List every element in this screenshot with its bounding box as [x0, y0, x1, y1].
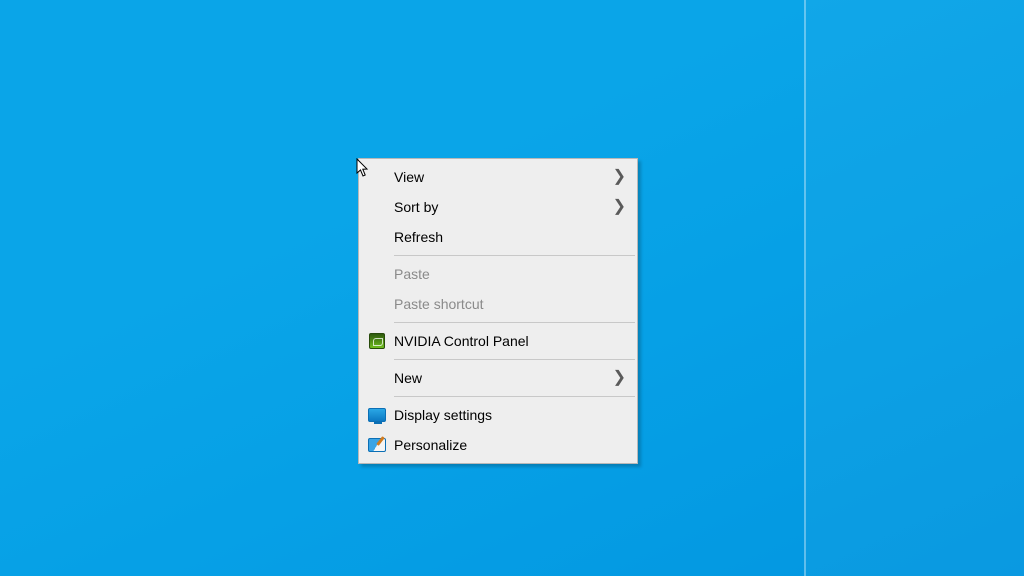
- menu-item-refresh[interactable]: Refresh: [360, 222, 636, 252]
- menu-item-label: Display settings: [394, 407, 626, 423]
- blank-icon: [366, 198, 388, 216]
- chevron-right-icon: ❯: [612, 370, 626, 386]
- menu-item-sort-by[interactable]: Sort by ❯: [360, 192, 636, 222]
- menu-item-paste-shortcut: Paste shortcut: [360, 289, 636, 319]
- display-icon: [366, 406, 388, 424]
- blank-icon: [366, 295, 388, 313]
- menu-separator: [394, 359, 635, 360]
- windows-light-beam: [804, 0, 1024, 576]
- blank-icon: [366, 168, 388, 186]
- personalize-icon: [366, 436, 388, 454]
- blank-icon: [366, 369, 388, 387]
- menu-item-label: Refresh: [394, 229, 626, 245]
- chevron-right-icon: ❯: [612, 199, 626, 215]
- nvidia-icon: [366, 332, 388, 350]
- menu-item-label: View: [394, 169, 612, 185]
- menu-item-label: Sort by: [394, 199, 612, 215]
- blank-icon: [366, 228, 388, 246]
- menu-item-personalize[interactable]: Personalize: [360, 430, 636, 460]
- menu-item-label: NVIDIA Control Panel: [394, 333, 626, 349]
- menu-item-new[interactable]: New ❯: [360, 363, 636, 393]
- menu-item-display-settings[interactable]: Display settings: [360, 400, 636, 430]
- menu-item-label: New: [394, 370, 612, 386]
- menu-item-label: Personalize: [394, 437, 626, 453]
- menu-item-nvidia-control-panel[interactable]: NVIDIA Control Panel: [360, 326, 636, 356]
- chevron-right-icon: ❯: [612, 169, 626, 185]
- desktop-context-menu: View ❯ Sort by ❯ Refresh Paste Paste sho…: [358, 158, 638, 464]
- menu-separator: [394, 255, 635, 256]
- menu-separator: [394, 322, 635, 323]
- menu-item-view[interactable]: View ❯: [360, 162, 636, 192]
- menu-item-label: Paste: [394, 266, 626, 282]
- blank-icon: [366, 265, 388, 283]
- menu-item-paste: Paste: [360, 259, 636, 289]
- menu-separator: [394, 396, 635, 397]
- menu-item-label: Paste shortcut: [394, 296, 626, 312]
